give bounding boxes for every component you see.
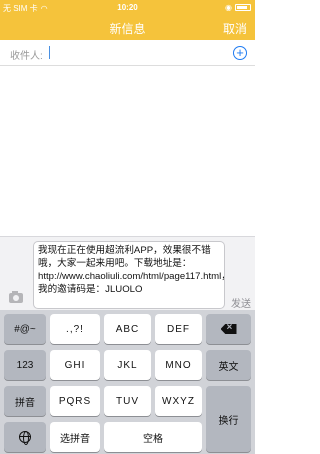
status-bar: 无 SIM 卡 ◠ 10:20 ◉ bbox=[0, 0, 255, 14]
key-select-pinyin[interactable]: 选拼音 bbox=[50, 422, 100, 452]
key-def[interactable]: DEF bbox=[155, 314, 202, 344]
recipient-input-cursor[interactable] bbox=[49, 46, 50, 59]
location-icon: ◉ bbox=[225, 3, 232, 12]
navigation-bar: 新信息 取消 bbox=[0, 14, 255, 40]
recipient-row: 收件人: + bbox=[0, 40, 255, 66]
key-english[interactable]: 英文 bbox=[206, 350, 251, 380]
message-input[interactable]: 我现在正在使用超流利APP，效果很不错哦，大家一起来用吧。下载地址是：http:… bbox=[33, 241, 225, 309]
globe-key[interactable] bbox=[4, 422, 46, 452]
cancel-button[interactable]: 取消 bbox=[223, 20, 247, 37]
compose-bar: 我现在正在使用超流利APP，效果很不错哦，大家一起来用吧。下载地址是：http:… bbox=[0, 236, 255, 310]
recipient-label: 收件人: bbox=[10, 51, 43, 62]
key-newline[interactable]: 换行 bbox=[206, 386, 251, 452]
key-abc[interactable]: ABC bbox=[104, 314, 151, 344]
key-tuv[interactable]: TUV bbox=[104, 386, 151, 416]
add-recipient-icon[interactable]: + bbox=[233, 46, 247, 60]
key-123[interactable]: 123 bbox=[4, 350, 46, 380]
key-pinyin[interactable]: 拼音 bbox=[4, 386, 46, 416]
backspace-key[interactable] bbox=[206, 314, 251, 344]
key-space[interactable]: 空格 bbox=[104, 422, 202, 452]
key-jkl[interactable]: JKL bbox=[104, 350, 151, 380]
key-mno[interactable]: MNO bbox=[155, 350, 202, 380]
key-punctuation[interactable]: .,?! bbox=[50, 314, 100, 344]
camera-icon[interactable] bbox=[9, 291, 23, 303]
status-right: ◉ bbox=[225, 3, 251, 12]
backspace-icon bbox=[220, 324, 237, 334]
key-symbols[interactable]: #@~ bbox=[4, 314, 46, 344]
send-button[interactable]: 发送 bbox=[231, 295, 251, 310]
key-ghi[interactable]: GHI bbox=[50, 350, 100, 380]
page-title: 新信息 bbox=[109, 22, 146, 36]
keyboard: #@~ .,?! ABC DEF 123 GHI JKL MNO 英文 拼音 P… bbox=[0, 310, 255, 454]
status-time: 10:20 bbox=[117, 3, 138, 12]
globe-icon bbox=[19, 431, 31, 445]
battery-icon bbox=[235, 4, 251, 11]
key-pqrs[interactable]: PQRS bbox=[50, 386, 100, 416]
key-wxyz[interactable]: WXYZ bbox=[155, 386, 202, 416]
message-list-area bbox=[0, 66, 255, 236]
